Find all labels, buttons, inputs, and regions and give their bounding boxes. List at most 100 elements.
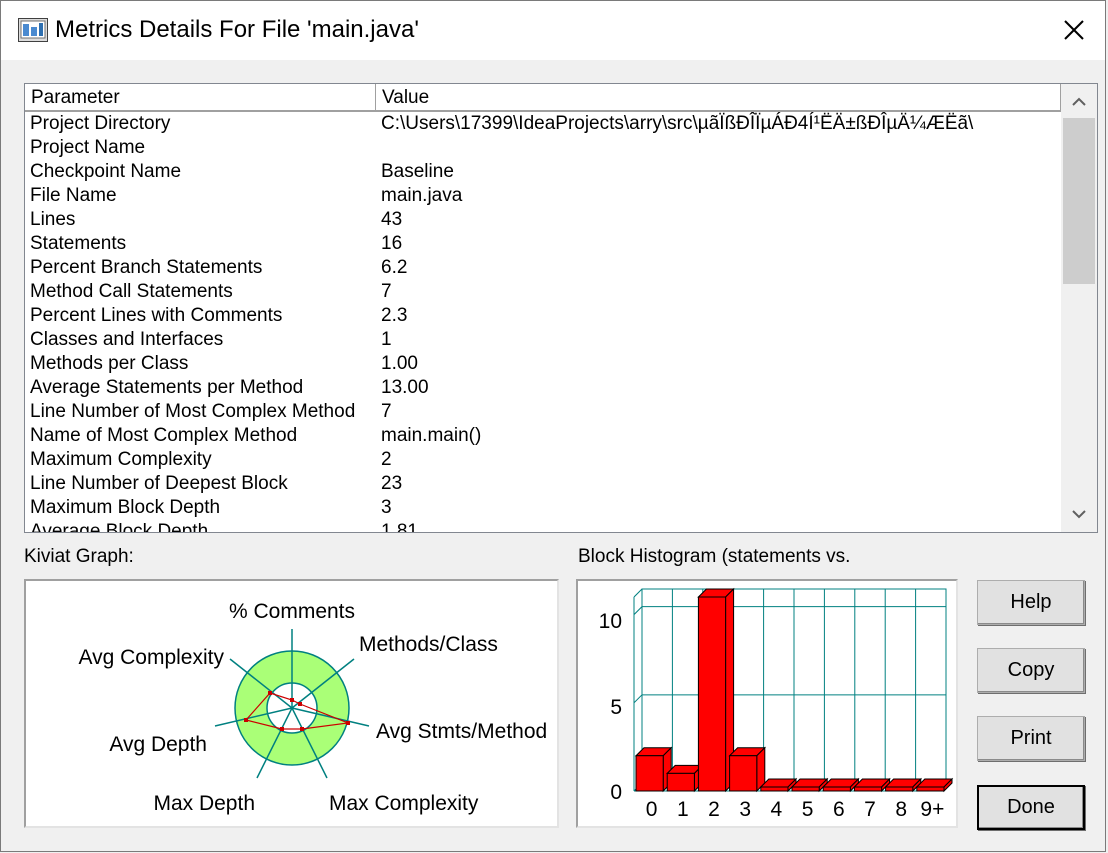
table-row[interactable]: Project Directory C:\Users\17399\IdeaProj… (25, 112, 1061, 136)
table-row[interactable]: Percent Branch Statements 6.2 (25, 256, 1061, 280)
parameter-cell: Project Name (30, 137, 146, 158)
bar-front-face (697, 596, 727, 792)
grid-line-side (633, 694, 643, 704)
x-tick-label: 0 (646, 798, 658, 821)
block-histogram-label: Block Histogram (statements vs. (578, 546, 851, 567)
table-row[interactable]: Method Call Statements 7 (25, 280, 1061, 304)
x-tick-label: 8 (895, 798, 907, 821)
y-tick-label: 10 (599, 610, 622, 633)
title-bar: Metrics Details For File 'main.java' (0, 0, 1106, 60)
list-header: Parameter Value (25, 84, 1061, 112)
table-row[interactable]: Maximum Complexity 2 (25, 448, 1061, 472)
vertical-scrollbar[interactable] (1061, 84, 1097, 532)
value-cell: Baseline (381, 161, 454, 182)
grid-line-side (633, 606, 643, 615)
bar-front-face (729, 755, 758, 792)
x-tick-label: 5 (802, 798, 814, 821)
kiviat-axis-label-avg-complexity: Avg Complexity (78, 646, 224, 669)
value-cell: 23 (381, 473, 403, 494)
copy-button[interactable]: Copy (977, 648, 1085, 693)
print-button[interactable]: Print (977, 716, 1085, 761)
parameter-cell: Average Statements per Method (30, 377, 304, 398)
axis-depth-top (633, 588, 643, 598)
scroll-thumb[interactable] (1063, 118, 1095, 284)
table-row[interactable]: Maximum Block Depth 3 (25, 496, 1061, 520)
scroll-up-icon[interactable] (1061, 86, 1097, 118)
kiviat-graph: % Comments Methods/Class Avg Stmts/Metho… (78, 600, 547, 815)
histogram-grid (633, 588, 947, 792)
value-cell: 43 (381, 209, 403, 230)
table-row[interactable]: Line Number of Deepest Block 23 (25, 472, 1061, 496)
kiviat-axis-label-comments: % Comments (229, 600, 355, 623)
histogram-bar (728, 746, 767, 793)
close-icon[interactable] (1041, 1, 1107, 61)
parameter-cell: File Name (30, 185, 117, 206)
window-title: Metrics Details For File 'main.java' (55, 16, 419, 43)
value-cell: C:\Users\17399\IdeaProjects\arry\src\µãÏ… (381, 113, 974, 134)
table-row[interactable]: Percent Lines with Comments 2.3 (25, 304, 1061, 328)
histogram-bar (665, 764, 704, 793)
value-cell: 7 (381, 281, 392, 302)
x-tick-label: 6 (833, 798, 845, 821)
bar-front-face (885, 786, 914, 792)
parameter-cell: Lines (30, 209, 76, 230)
bar-front-face (791, 786, 820, 792)
table-row[interactable]: Name of Most Complex Method main.main() (25, 424, 1061, 448)
table-row[interactable]: Average Block Depth 1.81 (25, 520, 1061, 533)
list-rows: Project Directory C:\Users\17399\IdeaProj… (25, 112, 1061, 533)
value-cell: 1.81 (381, 521, 418, 533)
value-cell: 1 (381, 329, 392, 350)
bar-front-face (760, 786, 789, 792)
x-tick-label: 9+ (920, 798, 944, 821)
value-cell: 7 (381, 401, 392, 422)
table-row[interactable]: Checkpoint Name Baseline (25, 160, 1061, 184)
parameter-cell: Line Number of Most Complex Method (30, 401, 356, 422)
column-header-parameter[interactable]: Parameter (25, 84, 376, 111)
value-cell: 16 (381, 233, 403, 254)
parameter-cell: Statements (30, 233, 127, 254)
help-button[interactable]: Help (977, 580, 1085, 625)
done-button[interactable]: Done (977, 785, 1085, 830)
table-row[interactable]: Statements 16 (25, 232, 1061, 256)
x-tick-label: 2 (708, 798, 720, 821)
table-row[interactable]: Project Name (25, 136, 1061, 160)
table-row[interactable]: Line Number of Most Complex Method 7 (25, 400, 1061, 424)
histogram-bar (884, 777, 923, 793)
histogram-bar (634, 746, 673, 793)
table-row[interactable]: Methods per Class 1.00 (25, 352, 1061, 376)
block-histogram-chart: 10 5 0 0 1 2 3 4 5 6 7 8 9+ (599, 587, 954, 821)
value-cell: 6.2 (381, 257, 408, 278)
kiviat-graph-panel: % Comments Methods/Class Avg Stmts/Metho… (24, 579, 559, 828)
parameter-cell: Method Call Statements (30, 281, 233, 302)
parameter-cell: Project Directory (30, 113, 171, 134)
parameter-cell: Checkpoint Name (30, 161, 182, 182)
table-row[interactable]: Average Statements per Method 13.00 (25, 376, 1061, 400)
parameter-cell: Classes and Interfaces (30, 329, 224, 350)
parameter-cell: Maximum Complexity (30, 449, 212, 470)
value-cell: 2 (381, 449, 392, 470)
bar-front-face (822, 786, 851, 792)
y-tick-label: 0 (610, 781, 622, 804)
kiviat-axis-label-max-depth: Max Depth (153, 792, 255, 815)
bar-front-face (853, 786, 883, 792)
histogram-bar (821, 777, 860, 793)
table-row[interactable]: File Name main.java (25, 184, 1061, 208)
table-row[interactable]: Lines 43 (25, 208, 1061, 232)
parameter-cell: Percent Lines with Comments (30, 305, 283, 326)
y-tick-label: 5 (610, 696, 622, 719)
bar-front-face (666, 772, 695, 792)
x-tick-label: 3 (739, 798, 751, 821)
histogram-bar (915, 777, 954, 793)
x-tick-label: 7 (864, 798, 876, 821)
value-cell: main.main() (381, 425, 482, 446)
parameter-cell: Percent Branch Statements (30, 257, 263, 278)
scroll-down-icon[interactable] (1061, 498, 1097, 530)
parameter-cell: Methods per Class (30, 353, 189, 374)
column-header-value[interactable]: Value (376, 84, 1061, 111)
table-row[interactable]: Classes and Interfaces 1 (25, 328, 1061, 352)
value-cell: 13.00 (381, 377, 429, 398)
bar-front-face (635, 755, 664, 792)
kiviat-axis-label-avg-stmts: Avg Stmts/Method (376, 720, 547, 743)
value-cell: 3 (381, 497, 392, 518)
metrics-list[interactable]: Parameter Value Project Directory C:\User… (24, 83, 1098, 533)
